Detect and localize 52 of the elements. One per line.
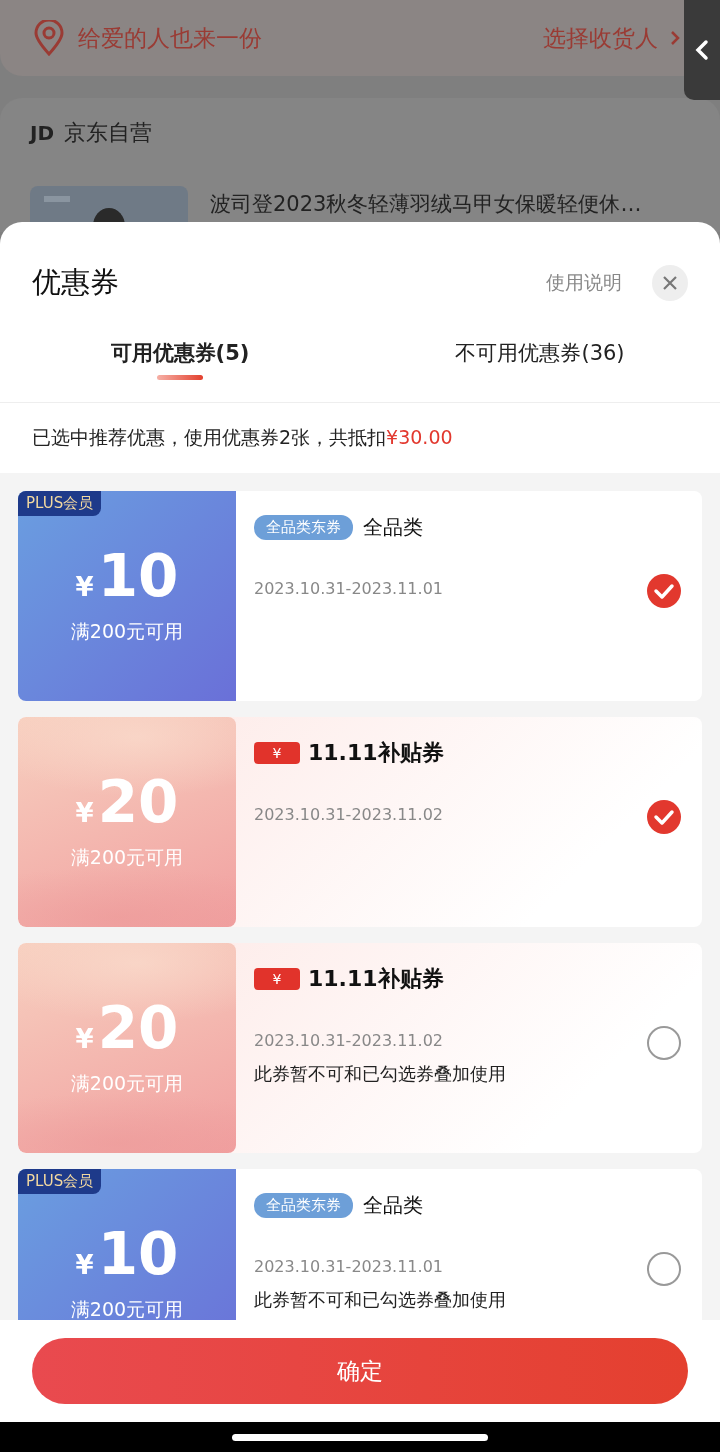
shop-logo: JD xyxy=(30,121,55,145)
checked-radio[interactable] xyxy=(646,799,682,835)
coupon-amount: 10 xyxy=(97,547,179,605)
currency-symbol: ¥ xyxy=(75,572,94,602)
coupon-amount: 20 xyxy=(97,999,179,1057)
ticket-icon: ¥ xyxy=(254,968,300,990)
summary-text: 已选中推荐优惠，使用优惠券2张，共抵扣¥30.00 xyxy=(31,425,454,450)
coupon-title: 11.11补贴券 xyxy=(308,739,444,767)
coupon-condition: 满200元可用 xyxy=(70,845,184,870)
unchecked-radio[interactable] xyxy=(646,1251,682,1287)
coupon-amount: 10 xyxy=(97,1225,179,1283)
coupon-card[interactable]: PLUS会员 ¥10 满200元可用 全品类东券 全品类 2023.10.31-2023.11.01 此券暂不可和已勾选券叠加使用 xyxy=(18,1169,702,1320)
close-button[interactable] xyxy=(652,265,688,301)
coupon-note: 此券暂不可和已勾选券叠加使用 xyxy=(254,1288,507,1312)
coupon-tab[interactable]: 可用优惠券(5) xyxy=(110,338,250,367)
confirm-button[interactable]: 确定 xyxy=(32,1338,688,1404)
coupon-condition: 满200元可用 xyxy=(70,619,184,644)
coupon-validity: 2023.10.31-2023.11.02 xyxy=(254,805,444,824)
category-tag: 全品类东券 xyxy=(254,1192,353,1218)
back-handle[interactable] xyxy=(684,0,720,100)
unchecked-radio[interactable] xyxy=(646,1025,682,1061)
coupon-tab[interactable]: 不可用优惠券(36) xyxy=(455,338,625,367)
gift-text: 给爱的人也来一份 xyxy=(78,23,263,53)
coupon-card[interactable]: ¥20 满200元可用 ¥ 11.11补贴券 2023.10.31-2023.11.02 此券暂不可和已勾选券叠加使用 xyxy=(18,943,702,1153)
checked-radio[interactable] xyxy=(646,573,682,609)
coupon-note: 此券暂不可和已勾选券叠加使用 xyxy=(254,1062,507,1086)
currency-symbol: ¥ xyxy=(75,798,94,828)
category-tag: 全品类东券 xyxy=(254,514,353,540)
ticket-icon: ¥ xyxy=(254,742,300,764)
sheet-title: 优惠券 xyxy=(32,264,120,301)
usage-instructions-link[interactable]: 使用说明 xyxy=(546,270,622,296)
plus-member-badge: PLUS会员 xyxy=(18,491,102,516)
coupon-validity: 2023.10.31-2023.11.01 xyxy=(254,579,444,598)
coupon-condition: 满200元可用 xyxy=(70,1071,184,1096)
coupon-condition: 满200元可用 xyxy=(70,1297,184,1320)
currency-symbol: ¥ xyxy=(75,1024,94,1054)
product-title: 波司登2023秋冬轻薄羽绒马甲女保暖轻便休… xyxy=(210,191,642,218)
close-icon xyxy=(662,275,678,291)
plus-member-badge: PLUS会员 xyxy=(18,1169,102,1194)
coupon-validity: 2023.10.31-2023.11.01 xyxy=(254,1257,444,1276)
coupon-amount: 20 xyxy=(97,773,179,831)
coupon-validity: 2023.10.31-2023.11.02 xyxy=(254,1031,444,1050)
coupon-title: 11.11补贴券 xyxy=(308,965,444,993)
coupon-card[interactable]: PLUS会员 ¥10 满200元可用 全品类东券 全品类 2023.10.31-2023.11.01 xyxy=(18,491,702,701)
coupon-title: 全品类 xyxy=(363,513,423,541)
back-icon xyxy=(695,39,709,61)
shop-name: 京东自营 xyxy=(64,119,153,147)
coupon-title: 全品类 xyxy=(363,1191,423,1219)
chevron-right-icon xyxy=(670,29,680,47)
location-pin-icon xyxy=(32,20,66,56)
coupon-card[interactable]: ¥20 满200元可用 ¥ 11.11补贴券 2023.10.31-2023.11.02 xyxy=(18,717,702,927)
currency-symbol: ¥ xyxy=(75,1250,94,1280)
